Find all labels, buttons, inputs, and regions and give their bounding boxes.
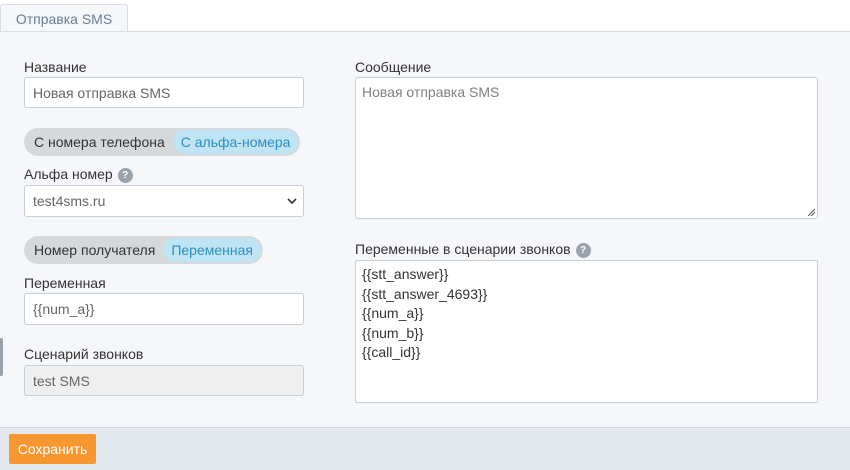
- form-panel: Название Новая отправка SMS С номера тел…: [0, 31, 850, 428]
- message-textarea[interactable]: Новая отправка SMS: [355, 77, 818, 219]
- alpha-number-select[interactable]: test4sms.ru: [24, 185, 304, 217]
- scenario-input: test SMS: [24, 365, 304, 396]
- scenario-label: Сценарий звонков: [24, 346, 144, 362]
- recipient-option-variable[interactable]: Переменная: [163, 238, 261, 262]
- sender-option-phone[interactable]: С номера телефона: [32, 134, 167, 150]
- scenario-variables-label: Переменные в сценарии звонков?: [355, 241, 591, 258]
- name-label: Название: [24, 59, 87, 75]
- variable-input[interactable]: {{num_a}}: [24, 293, 304, 325]
- message-label: Сообщение: [355, 59, 432, 75]
- alpha-number-selected: test4sms.ru: [33, 193, 106, 209]
- resize-handle-icon[interactable]: [807, 208, 815, 216]
- variable-item[interactable]: {{call_id}}: [362, 343, 811, 363]
- name-input-value: Новая отправка SMS: [33, 84, 171, 101]
- alpha-number-label: Альфа номер?: [24, 166, 133, 183]
- variable-input-value: {{num_a}}: [33, 301, 95, 317]
- side-panel-handle[interactable]: [0, 338, 3, 376]
- variable-item[interactable]: {{stt_answer}}: [362, 265, 811, 285]
- save-button[interactable]: Сохранить: [9, 434, 96, 464]
- variable-item[interactable]: {{num_b}}: [362, 324, 811, 344]
- scenario-variables-list[interactable]: {{stt_answer}} {{stt_answer_4693}} {{num…: [355, 260, 818, 403]
- help-icon[interactable]: ?: [575, 243, 591, 258]
- chevron-down-icon: [287, 198, 297, 205]
- scenario-input-value: test SMS: [33, 372, 90, 389]
- sender-option-alpha[interactable]: С альфа-номера: [172, 130, 299, 154]
- scenario-variables-label-text: Переменные в сценарии звонков: [355, 241, 571, 257]
- recipient-option-number[interactable]: Номер получателя: [32, 242, 157, 258]
- message-textarea-value: Новая отправка SMS: [362, 84, 500, 100]
- variable-item[interactable]: {{stt_answer_4693}}: [362, 285, 811, 305]
- tab-send-sms[interactable]: Отправка SMS: [0, 4, 128, 32]
- recipient-toggle[interactable]: Номер получателя Переменная: [24, 236, 263, 264]
- name-input[interactable]: Новая отправка SMS: [24, 77, 304, 108]
- footer-bar: Сохранить: [0, 427, 850, 470]
- variable-label: Переменная: [24, 275, 106, 291]
- sender-toggle[interactable]: С номера телефона С альфа-номера: [24, 128, 301, 156]
- variable-item[interactable]: {{num_a}}: [362, 304, 811, 324]
- tab-bar: Отправка SMS: [0, 0, 850, 32]
- alpha-number-label-text: Альфа номер: [24, 166, 113, 182]
- help-icon[interactable]: ?: [117, 168, 133, 183]
